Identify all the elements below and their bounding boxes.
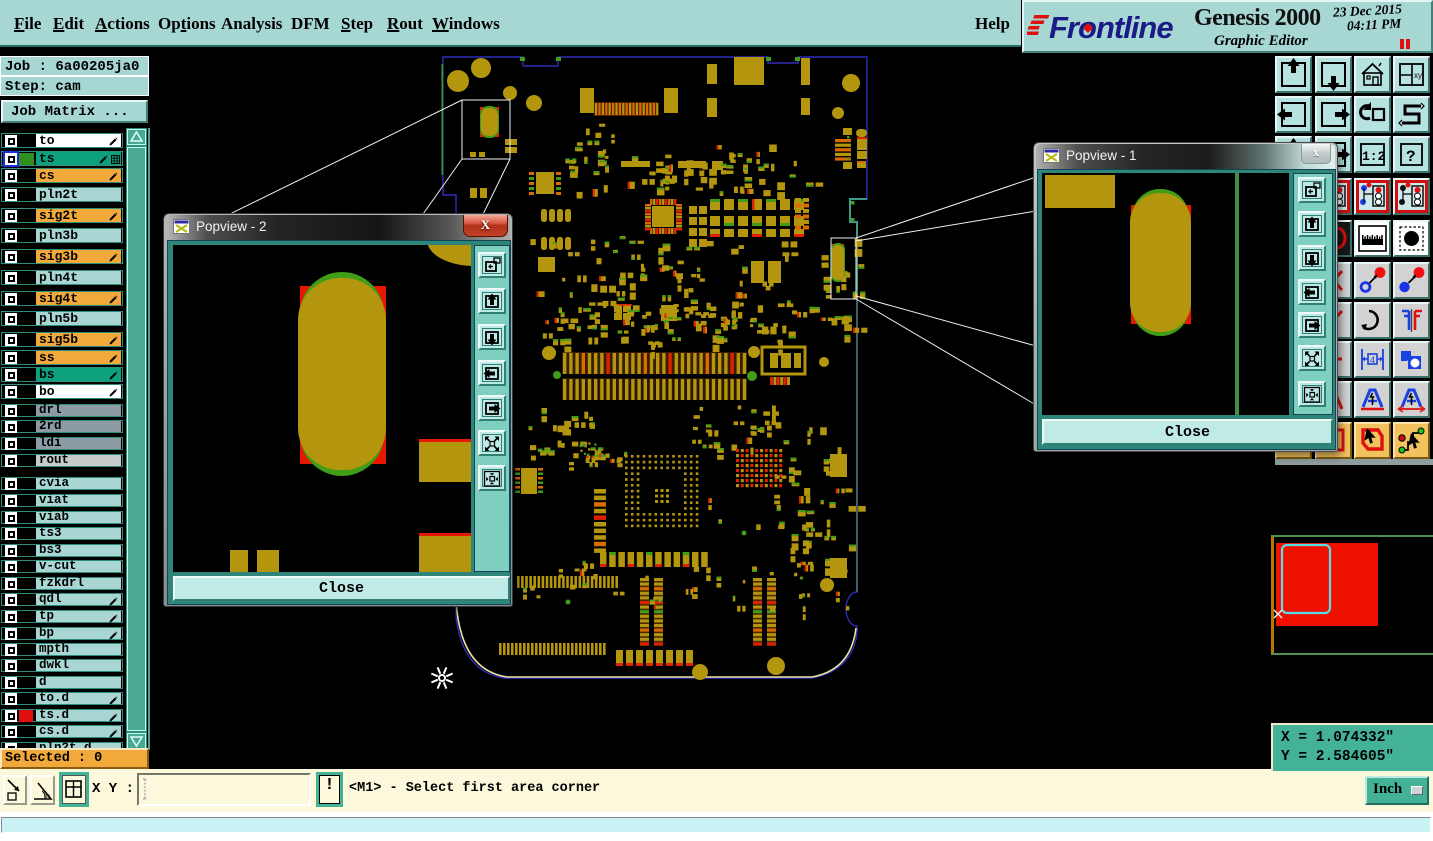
svg-text:ok: ok	[44, 794, 51, 800]
svg-text:1:2: 1:2	[1362, 149, 1386, 164]
svg-text:4: 4	[1370, 355, 1375, 365]
svg-text:xy: xy	[1414, 71, 1422, 80]
svg-text:?: ?	[1406, 148, 1416, 166]
